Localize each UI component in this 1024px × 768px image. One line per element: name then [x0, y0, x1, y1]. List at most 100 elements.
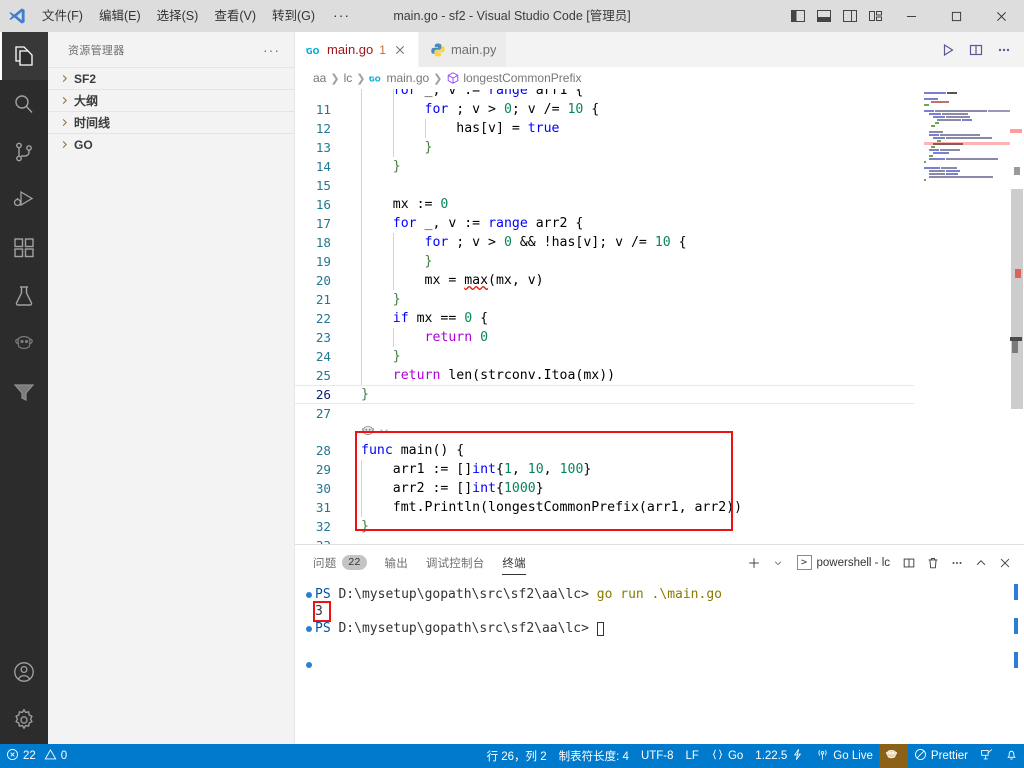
toggle-panel-button[interactable]	[811, 0, 837, 32]
broadcast-icon	[816, 748, 829, 764]
menu-edit[interactable]: 编辑(E)	[91, 0, 149, 32]
status-prettier[interactable]: Prettier	[908, 744, 974, 768]
menu-more-button[interactable]: ···	[323, 0, 360, 32]
status-language-mode[interactable]: Go	[705, 744, 749, 768]
overview-ruler-error-mark	[1010, 129, 1022, 133]
panel-tab-label: 调试控制台	[425, 557, 485, 570]
terminal[interactable]: PS D:\mysetup\gopath\src\sf2\aa\lc> go r…	[295, 580, 1024, 744]
terminal-marker[interactable]	[1014, 584, 1018, 600]
kill-terminal-button[interactable]	[922, 551, 944, 575]
more-editor-actions-button[interactable]	[990, 32, 1018, 67]
tab-main-py[interactable]: main.py	[418, 32, 508, 67]
line-number: 28	[315, 443, 331, 458]
maximize-button[interactable]	[934, 0, 979, 32]
tab-main-go[interactable]: GO main.go 1	[295, 32, 419, 67]
accounts-button[interactable]	[0, 648, 48, 696]
new-terminal-dropdown-button[interactable]	[767, 551, 789, 575]
status-notifications[interactable]	[999, 744, 1024, 768]
status-go-live[interactable]: Go Live	[810, 744, 879, 768]
panel-tab-output[interactable]: 输出	[385, 545, 408, 580]
close-icon[interactable]	[392, 42, 408, 58]
editor-vertical-scrollbar[interactable]	[1010, 89, 1024, 544]
split-editor-button[interactable]	[962, 32, 990, 67]
manage-settings-button[interactable]	[0, 696, 48, 744]
maximize-panel-button[interactable]	[970, 551, 992, 575]
run-go-file-button[interactable]	[934, 32, 962, 67]
menu-selection[interactable]: 选择(S)	[149, 0, 207, 32]
line-number: 24	[315, 349, 331, 364]
line-number: 15	[315, 178, 331, 193]
go-gopher-icon	[885, 748, 898, 764]
status-errors-warnings[interactable]: 22 0	[0, 744, 73, 768]
close-panel-button[interactable]	[994, 551, 1016, 575]
toggle-secondary-sidebar-button[interactable]	[837, 0, 863, 32]
terminal-selector-label: powershell - lc	[816, 556, 891, 569]
terminal-line: PS D:\mysetup\gopath\src\sf2\aa\lc> go r…	[303, 586, 1024, 603]
zap-icon	[791, 748, 804, 764]
status-gopher[interactable]	[878, 744, 908, 768]
terminal-selector[interactable]: > powershell - lc	[791, 552, 897, 574]
editor-tabs-bar: GO main.go 1 main.py	[295, 32, 1024, 67]
chevron-right-icon	[56, 93, 72, 109]
command-decoration-icon[interactable]	[303, 625, 315, 632]
status-remote-ssh[interactable]	[974, 744, 999, 768]
status-bar-right: 行 26，列 2 制表符长度: 4 UTF-8 LF Go 1.22.5 Go …	[481, 744, 1024, 768]
activity-extensions[interactable]	[0, 224, 48, 272]
terminal-prompt-icon: >	[796, 555, 812, 570]
line-number: 27	[315, 406, 331, 421]
menu-file[interactable]: 文件(F)	[34, 0, 91, 32]
terminal-marker[interactable]	[1014, 618, 1018, 634]
panel-tab-problems[interactable]: 问题 22	[313, 545, 367, 580]
warning-count: 0	[60, 750, 68, 762]
chevron-down-icon[interactable]	[378, 425, 390, 440]
close-button[interactable]	[979, 0, 1024, 32]
editor-minimap[interactable]	[914, 89, 1010, 544]
status-indentation[interactable]: 制表符长度: 4	[553, 744, 635, 768]
problems-count-badge: 22	[342, 555, 367, 570]
command-decoration-icon[interactable]	[303, 591, 315, 598]
panel-tab-terminal[interactable]: 终端	[502, 545, 527, 580]
status-eol[interactable]: LF	[680, 744, 705, 768]
status-cursor-position[interactable]: 行 26，列 2	[481, 744, 553, 768]
sidebar-section-go[interactable]: GO	[48, 133, 294, 155]
panel-more-actions-button[interactable]	[946, 551, 968, 575]
split-terminal-button[interactable]	[898, 551, 920, 575]
activity-explorer[interactable]	[0, 32, 48, 80]
menu-go[interactable]: 转到(G)	[264, 0, 323, 32]
terminal-marker[interactable]	[1014, 652, 1018, 668]
new-terminal-button[interactable]	[743, 551, 765, 575]
minimize-button[interactable]	[889, 0, 934, 32]
sidebar-header: 资源管理器 ···	[48, 32, 294, 67]
activity-testing[interactable]	[0, 272, 48, 320]
activity-run-debug[interactable]	[0, 176, 48, 224]
panel-tab-debug-console[interactable]: 调试控制台	[426, 545, 485, 580]
breadcrumb-item-symbol[interactable]: longestCommonPrefix	[463, 71, 581, 85]
line-number: 31	[315, 500, 331, 515]
activity-filter[interactable]	[0, 368, 48, 416]
status-go-version[interactable]: 1.22.5	[749, 744, 810, 768]
sidebar-section-outline[interactable]: 大纲	[48, 89, 294, 111]
scrollbar-thumb[interactable]	[1011, 189, 1023, 409]
code-editor[interactable]: for _, v := range arr1 { 11 for ; v > 0;…	[295, 89, 1024, 544]
sidebar-section-sf2[interactable]: SF2	[48, 67, 294, 89]
customize-layout-button[interactable]	[863, 0, 889, 32]
activity-go-nightly[interactable]	[0, 320, 48, 368]
sidebar-more-actions-button[interactable]: ···	[257, 42, 286, 58]
status-encoding[interactable]: UTF-8	[635, 744, 680, 768]
chevron-right-icon	[56, 137, 72, 153]
menu-view[interactable]: 查看(V)	[206, 0, 264, 32]
go-run-codelens-icon[interactable]	[361, 424, 375, 441]
command-decoration-icon[interactable]	[303, 662, 315, 671]
prettier-label: Prettier	[930, 750, 968, 762]
breadcrumb-item-main-go[interactable]: main.go	[386, 71, 429, 85]
chevron-right-icon: ❯	[433, 72, 443, 85]
sidebar-section-timeline[interactable]: 时间线	[48, 111, 294, 133]
breadcrumb-item-aa[interactable]: aa	[313, 71, 326, 85]
activity-source-control[interactable]	[0, 128, 48, 176]
breadcrumb-item-lc[interactable]: lc	[344, 71, 353, 85]
line-number: 23	[315, 330, 331, 345]
activity-search[interactable]	[0, 80, 48, 128]
terminal-output-text: 3	[315, 604, 323, 619]
explorer-sidebar: 资源管理器 ··· SF2 大纲 时间线 GO	[48, 32, 295, 744]
toggle-primary-sidebar-button[interactable]	[785, 0, 811, 32]
